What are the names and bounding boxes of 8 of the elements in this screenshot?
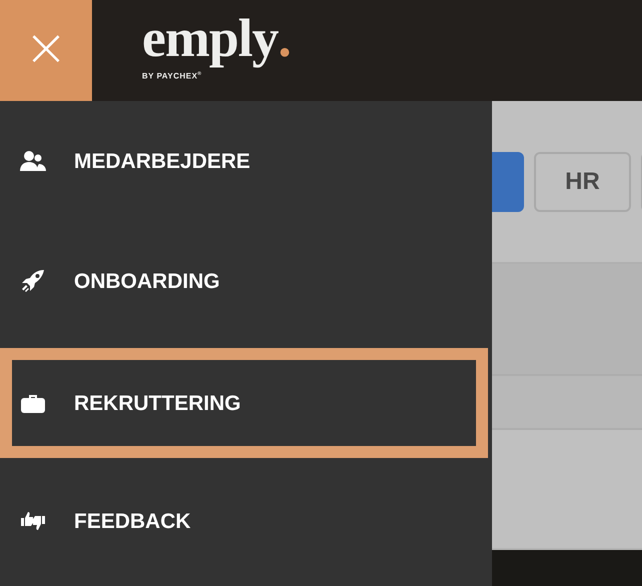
logo-tagline: BY PAYCHEX$^{®}$ (142, 72, 202, 80)
button[interactable]: HR (534, 152, 631, 212)
menu-item[interactable]: MEDARBEJDERE (0, 101, 492, 221)
menu-item[interactable]: REKRUTTERING (0, 348, 488, 458)
logo-wordmark: emply (142, 7, 278, 70)
menu-item[interactable]: ONBOARDING (0, 221, 492, 341)
menu-item[interactable]: FEEDBACK (0, 461, 492, 581)
logo-dot: . (278, 7, 290, 70)
